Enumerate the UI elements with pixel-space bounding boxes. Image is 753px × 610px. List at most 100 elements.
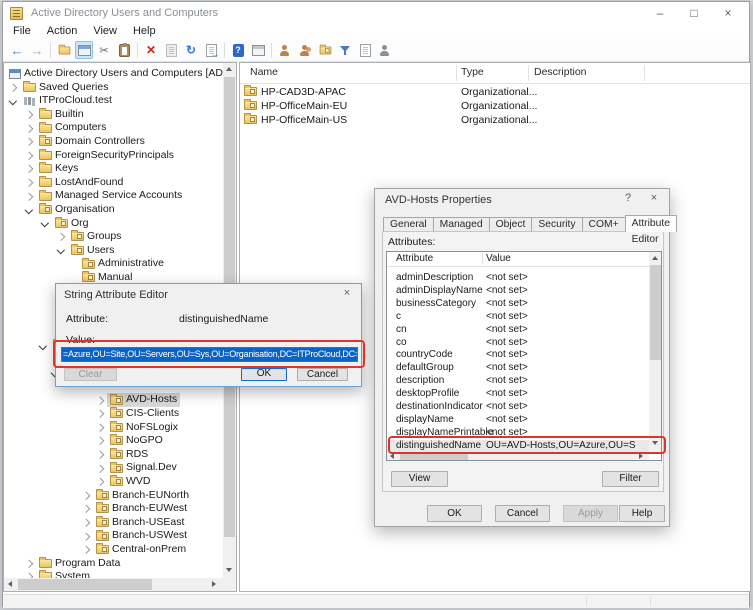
tree-item-nofslogix[interactable]: NoFSLogix xyxy=(4,421,223,435)
menu-help[interactable]: Help xyxy=(125,24,164,39)
string-editor-ok-button[interactable]: OK xyxy=(241,368,287,381)
tree-item-group[interactable]: LostAndFound xyxy=(36,176,126,190)
tree-horizontal-scrollbar[interactable] xyxy=(4,578,236,591)
tab-attribute-editor[interactable]: Attribute Editor xyxy=(625,215,677,232)
value-column-label[interactable]: Value xyxy=(486,253,511,264)
tree-item-nogpo[interactable]: NoGPO xyxy=(4,434,223,448)
tab-general[interactable]: General xyxy=(383,217,434,232)
attribute-row-admindescription[interactable]: adminDescription<not set> xyxy=(387,272,649,285)
attribute-row-c[interactable]: c<not set> xyxy=(387,311,649,324)
attribute-row-defaultgroup[interactable]: defaultGroup<not set> xyxy=(387,362,649,375)
dialog-close-icon[interactable]: × xyxy=(643,192,665,204)
tree-item-administrative[interactable]: Administrative xyxy=(4,257,223,271)
new-user-icon[interactable] xyxy=(276,41,294,59)
tree-item-group[interactable]: Keys xyxy=(36,162,81,176)
chevron-right-icon[interactable] xyxy=(82,492,90,500)
list-row-hp-cad3d-apac[interactable]: HP-CAD3D-APACOrganizational... xyxy=(240,85,750,99)
string-editor-cancel-button[interactable]: Cancel xyxy=(297,368,348,381)
menu-action[interactable]: Action xyxy=(39,24,86,39)
tab-security[interactable]: Security xyxy=(532,217,582,232)
properties-disabled-icon[interactable] xyxy=(162,41,180,59)
string-editor-close-icon[interactable]: × xyxy=(337,287,357,299)
tree-item-system[interactable]: System xyxy=(4,570,223,578)
menu-view[interactable]: View xyxy=(85,24,125,39)
delegate-control-icon[interactable] xyxy=(376,41,394,59)
chevron-right-icon[interactable] xyxy=(96,410,104,418)
chevron-right-icon[interactable] xyxy=(82,532,90,540)
attribute-row-admindisplayname[interactable]: adminDisplayName<not set> xyxy=(387,285,649,298)
tree-item-managed-service-accounts[interactable]: Managed Service Accounts xyxy=(4,189,223,203)
chevron-down-icon[interactable] xyxy=(9,97,17,105)
attribute-row-displayname[interactable]: displayName<not set> xyxy=(387,414,649,427)
back-icon[interactable]: ← xyxy=(8,41,26,59)
new-ou-icon[interactable] xyxy=(316,41,334,59)
attributes-vertical-scrollbar[interactable] xyxy=(649,252,662,452)
attributes-horizontal-scrollbar[interactable] xyxy=(387,452,649,461)
chevron-right-icon[interactable] xyxy=(9,84,17,92)
tree-item-group[interactable]: WVD xyxy=(107,475,154,489)
chevron-right-icon[interactable] xyxy=(96,451,104,459)
attribute-row-distinguishedname[interactable]: distinguishedNameOU=AVD-Hosts,OU=Azure,O… xyxy=(387,440,649,453)
chevron-right-icon[interactable] xyxy=(82,519,90,527)
chevron-right-icon[interactable] xyxy=(25,192,33,200)
chevron-right-icon[interactable] xyxy=(57,233,65,241)
tree-item-wvd[interactable]: WVD xyxy=(4,475,223,489)
tree-item-group[interactable]: ITProCloud.test xyxy=(20,94,115,108)
chevron-down-icon[interactable] xyxy=(25,205,33,213)
attribute-row-countrycode[interactable]: countryCode<not set> xyxy=(387,349,649,362)
chevron-right-icon[interactable] xyxy=(25,560,33,568)
tree-item-groups[interactable]: Groups xyxy=(4,230,223,244)
maximize-button[interactable]: □ xyxy=(677,2,711,24)
tree-item-group[interactable]: Org xyxy=(52,217,92,231)
tree-item-group[interactable]: Branch-USEast xyxy=(93,516,187,530)
view-list-icon[interactable] xyxy=(356,41,374,59)
tree-item-group[interactable]: Branch-EUNorth xyxy=(93,489,192,503)
help-button[interactable]: Help xyxy=(619,505,665,522)
tree-item-group[interactable]: RDS xyxy=(107,448,151,462)
tab-managed-by[interactable]: Managed By xyxy=(434,217,490,232)
dialog-help-icon[interactable]: ? xyxy=(617,192,639,204)
chevron-right-icon[interactable] xyxy=(25,179,33,187)
chevron-right-icon[interactable] xyxy=(25,138,33,146)
cancel-button[interactable]: Cancel xyxy=(495,505,550,522)
attribute-row-co[interactable]: co<not set> xyxy=(387,337,649,350)
attribute-column-label[interactable]: Attribute xyxy=(396,253,433,264)
tree-item-active-directory-users-and-computers-ads01-iti[interactable]: Active Directory Users and Computers [AD… xyxy=(4,67,223,81)
chevron-right-icon[interactable] xyxy=(96,478,104,486)
attribute-row-cn[interactable]: cn<not set> xyxy=(387,324,649,337)
chevron-right-icon[interactable] xyxy=(25,111,33,119)
delete-icon[interactable]: ✕ xyxy=(142,41,160,59)
tree-item-group[interactable]: Active Directory Users and Computers [AD… xyxy=(6,67,223,81)
forward-icon[interactable]: → xyxy=(28,41,46,59)
tree-item-group[interactable]: Branch-EUWest xyxy=(93,502,190,516)
list-row-hp-officemain-eu[interactable]: HP-OfficeMain-EUOrganizational... xyxy=(240,99,750,113)
chevron-right-icon[interactable] xyxy=(25,124,33,132)
tree-item-lostandfound[interactable]: LostAndFound xyxy=(4,176,223,190)
tab-com[interactable]: COM+ xyxy=(583,217,626,232)
chevron-right-icon[interactable] xyxy=(96,464,104,472)
tree-item-keys[interactable]: Keys xyxy=(4,162,223,176)
menu-file[interactable]: File xyxy=(5,24,39,39)
chevron-down-icon[interactable] xyxy=(41,219,49,227)
tree-item-avd-hosts[interactable]: AVD-Hosts xyxy=(4,393,223,407)
tree-item-branch-useast[interactable]: Branch-USEast xyxy=(4,516,223,530)
chevron-down-icon[interactable] xyxy=(39,341,47,349)
list-row-hp-officemain-us[interactable]: HP-OfficeMain-USOrganizational... xyxy=(240,113,750,127)
tree-item-group[interactable]: CIS-Clients xyxy=(107,407,182,421)
tree-item-group[interactable]: Saved Queries xyxy=(20,81,111,95)
tree-item-group[interactable]: System xyxy=(36,570,93,578)
close-button[interactable]: × xyxy=(711,2,745,24)
attributes-column-header[interactable]: Attribute Value xyxy=(387,252,649,267)
tree-item-org[interactable]: Org xyxy=(4,217,223,231)
tree-item-group[interactable]: Managed Service Accounts xyxy=(36,189,185,203)
clear-button[interactable]: Clear xyxy=(64,368,117,381)
cut-icon[interactable]: ✂ xyxy=(95,41,113,59)
tree-item-group[interactable]: ForeignSecurityPrincipals xyxy=(36,149,177,163)
tree-item-builtin[interactable]: Builtin xyxy=(4,108,223,122)
tree-item-group[interactable]: Administrative xyxy=(79,257,167,271)
chevron-right-icon[interactable] xyxy=(25,165,33,173)
refresh-icon[interactable]: ↻ xyxy=(182,41,200,59)
tree-item-group[interactable]: NoGPO xyxy=(107,434,166,448)
chevron-right-icon[interactable] xyxy=(25,152,33,160)
paste-icon[interactable] xyxy=(115,41,133,59)
